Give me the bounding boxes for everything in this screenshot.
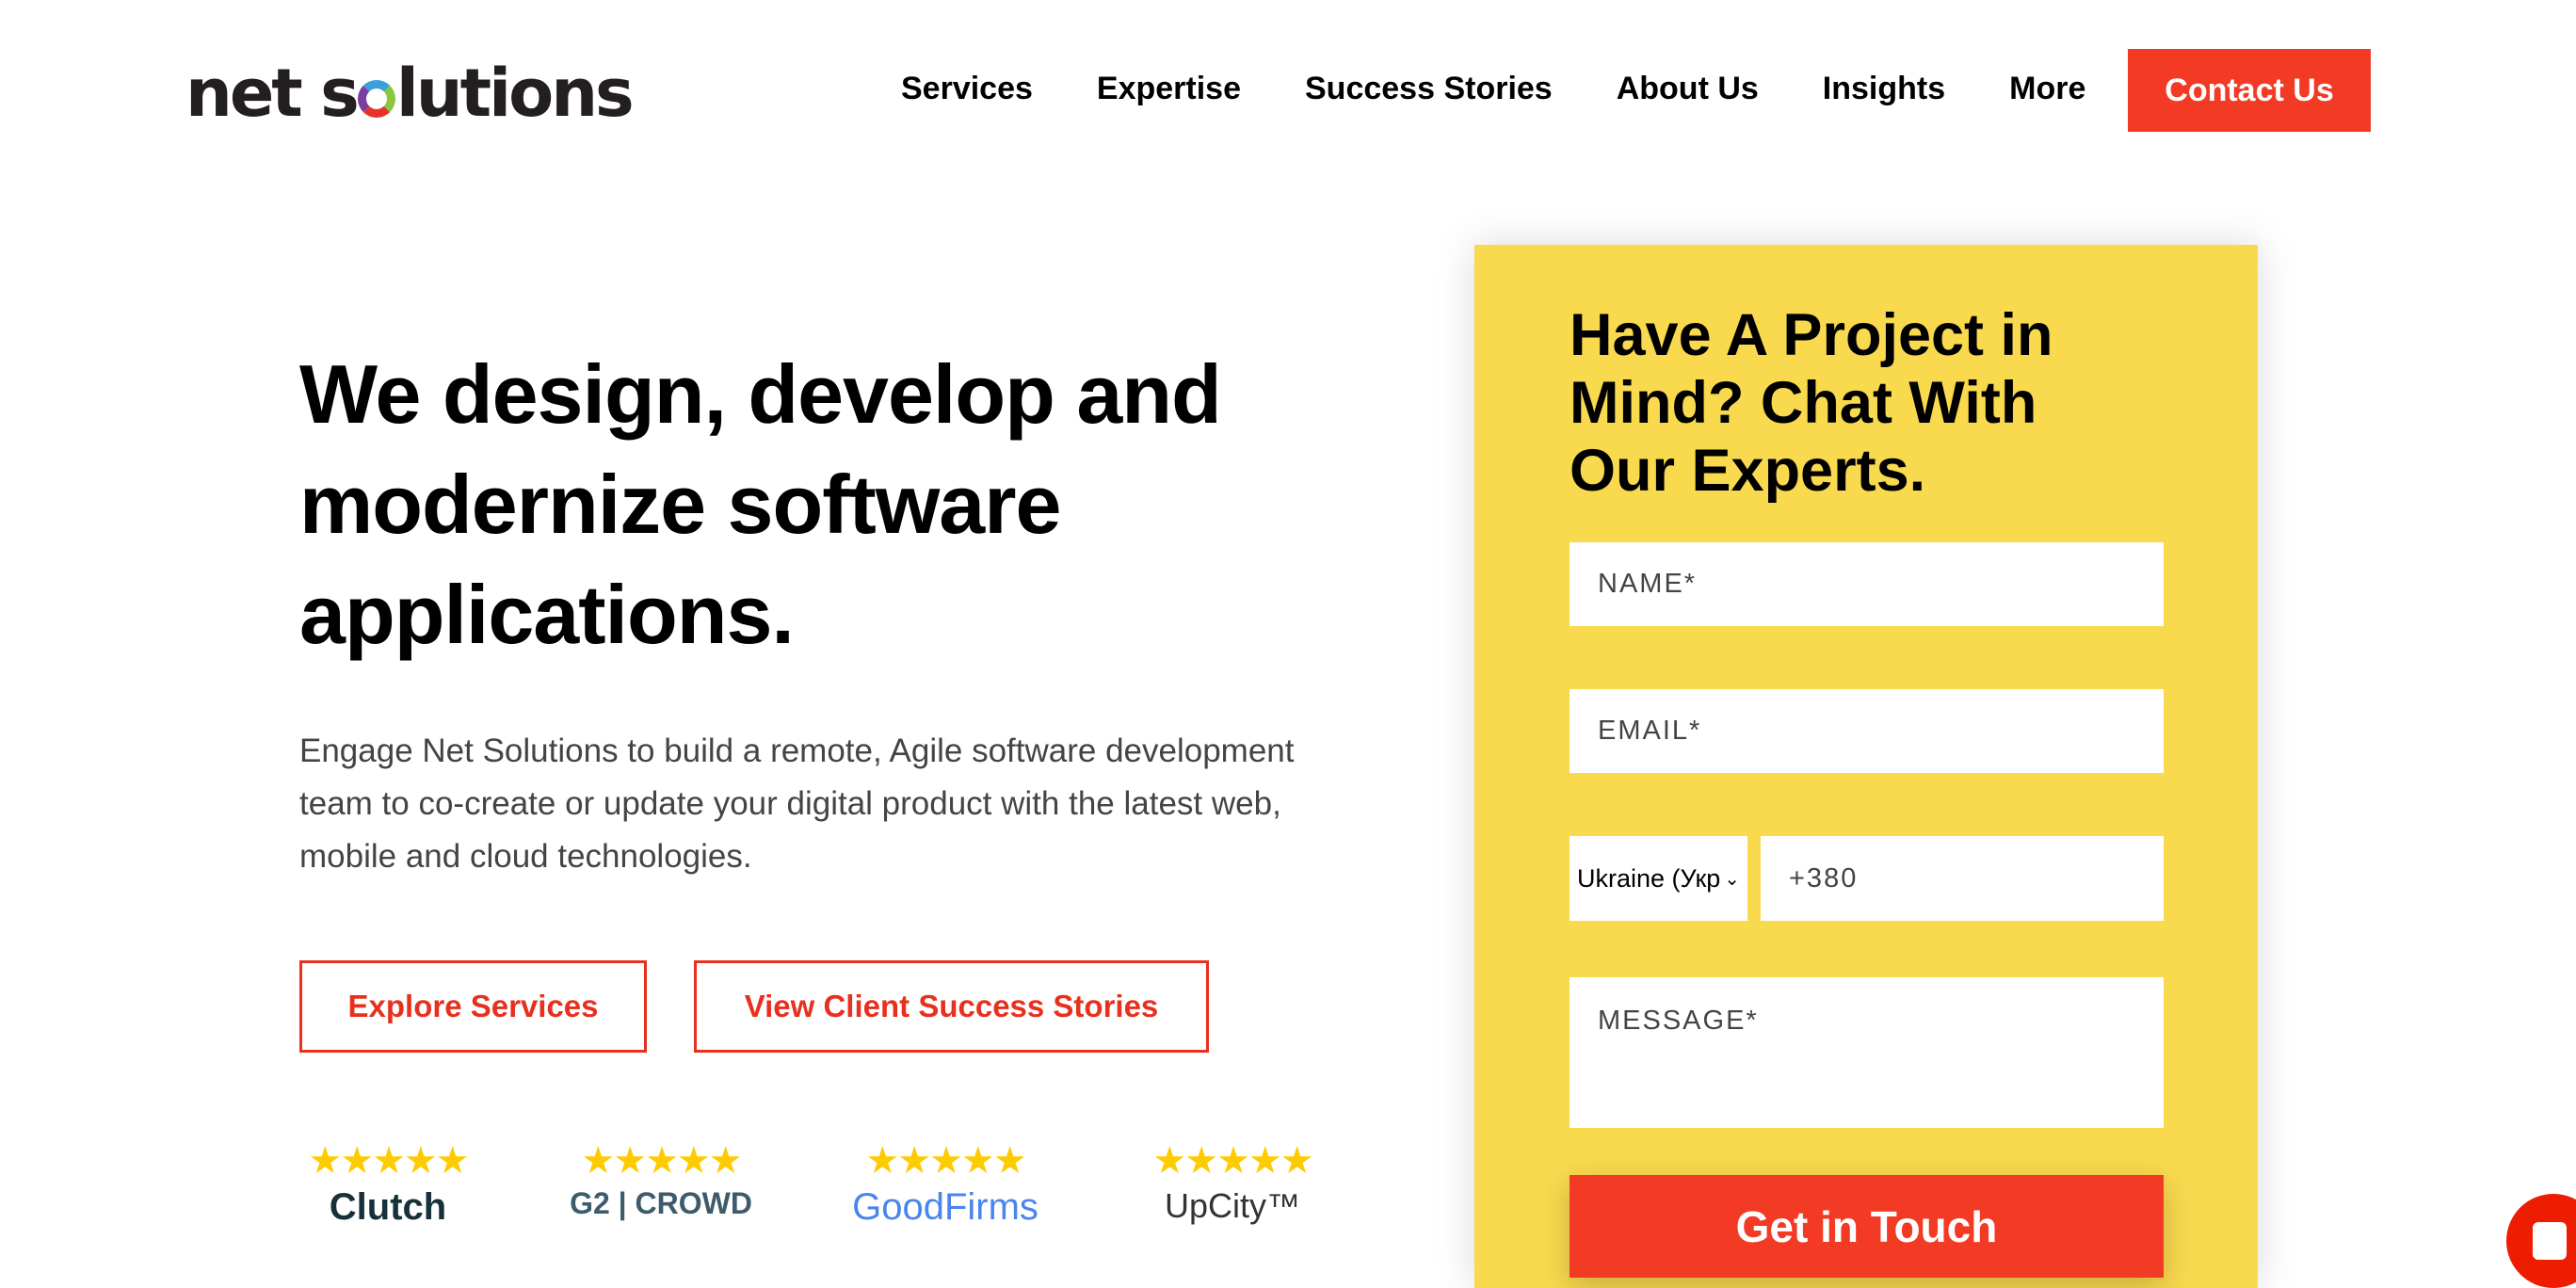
stars-icon: ★★★★★ [1152, 1140, 1313, 1182]
contact-us-button[interactable]: Contact Us [2128, 49, 2371, 132]
clutch-logo: Clutch [329, 1186, 447, 1228]
form-title: Have A Project in Mind? Chat With Our Ex… [1570, 302, 2053, 504]
get-in-touch-button[interactable]: Get in Touch [1570, 1175, 2164, 1278]
message-field[interactable]: MESSAGE* [1570, 977, 2164, 1128]
nav-about-us[interactable]: About Us [1617, 68, 1759, 109]
rating-upcity[interactable]: ★★★★★ UpCity™ [1138, 1139, 1327, 1226]
hero-lead: Engage Net Solutions to build a remote, … [299, 733, 1295, 875]
main-nav: Services Expertise Success Stories About… [901, 68, 2149, 109]
nav-expertise[interactable]: Expertise [1097, 68, 1241, 109]
goodfirms-logo: GoodFirms [852, 1186, 1038, 1228]
name-field[interactable]: NAME* [1570, 542, 2164, 626]
name-placeholder: NAME* [1598, 569, 1698, 599]
chat-bubble-icon[interactable] [2506, 1194, 2576, 1288]
g2crowd-logo: G2 | CROWD [570, 1186, 752, 1220]
nav-services[interactable]: Services [901, 68, 1033, 109]
contact-form-panel: Have A Project in Mind? Chat With Our Ex… [1474, 245, 2258, 1288]
nav-insights[interactable]: Insights [1823, 68, 1945, 109]
logo-text: lutions [395, 55, 635, 132]
rating-g2crowd[interactable]: ★★★★★ G2 | CROWD [567, 1139, 755, 1221]
chevron-down-icon: ⌄ [1724, 868, 1741, 890]
phone-field[interactable]: +380 [1761, 836, 2164, 921]
stars-icon: ★★★★★ [308, 1140, 469, 1182]
message-placeholder: MESSAGE* [1598, 1006, 1759, 1036]
nav-success-stories[interactable]: Success Stories [1305, 68, 1553, 109]
phone-value: +380 [1789, 862, 1859, 894]
nav-more[interactable]: More [2009, 68, 2085, 109]
country-select[interactable]: Ukraine (Укр ⌄ [1570, 836, 1747, 921]
logo[interactable]: net s lutions [185, 55, 635, 132]
explore-services-button[interactable]: Explore Services [299, 960, 647, 1053]
stars-icon: ★★★★★ [581, 1140, 742, 1182]
rating-goodfirms[interactable]: ★★★★★ GoodFirms [851, 1139, 1039, 1229]
country-value: Ukraine (Укр [1577, 863, 1721, 893]
email-field[interactable]: EMAIL* [1570, 689, 2164, 773]
hero-title: We design, develop and modernize softwar… [299, 347, 1222, 661]
email-placeholder: EMAIL* [1598, 716, 1702, 746]
logo-text: net s [185, 55, 360, 132]
view-success-stories-button[interactable]: View Client Success Stories [694, 960, 1209, 1053]
upcity-logo: UpCity™ [1164, 1186, 1301, 1225]
rating-clutch[interactable]: ★★★★★ Clutch [294, 1139, 482, 1229]
logo-ring-icon [357, 80, 395, 118]
stars-icon: ★★★★★ [865, 1140, 1026, 1182]
